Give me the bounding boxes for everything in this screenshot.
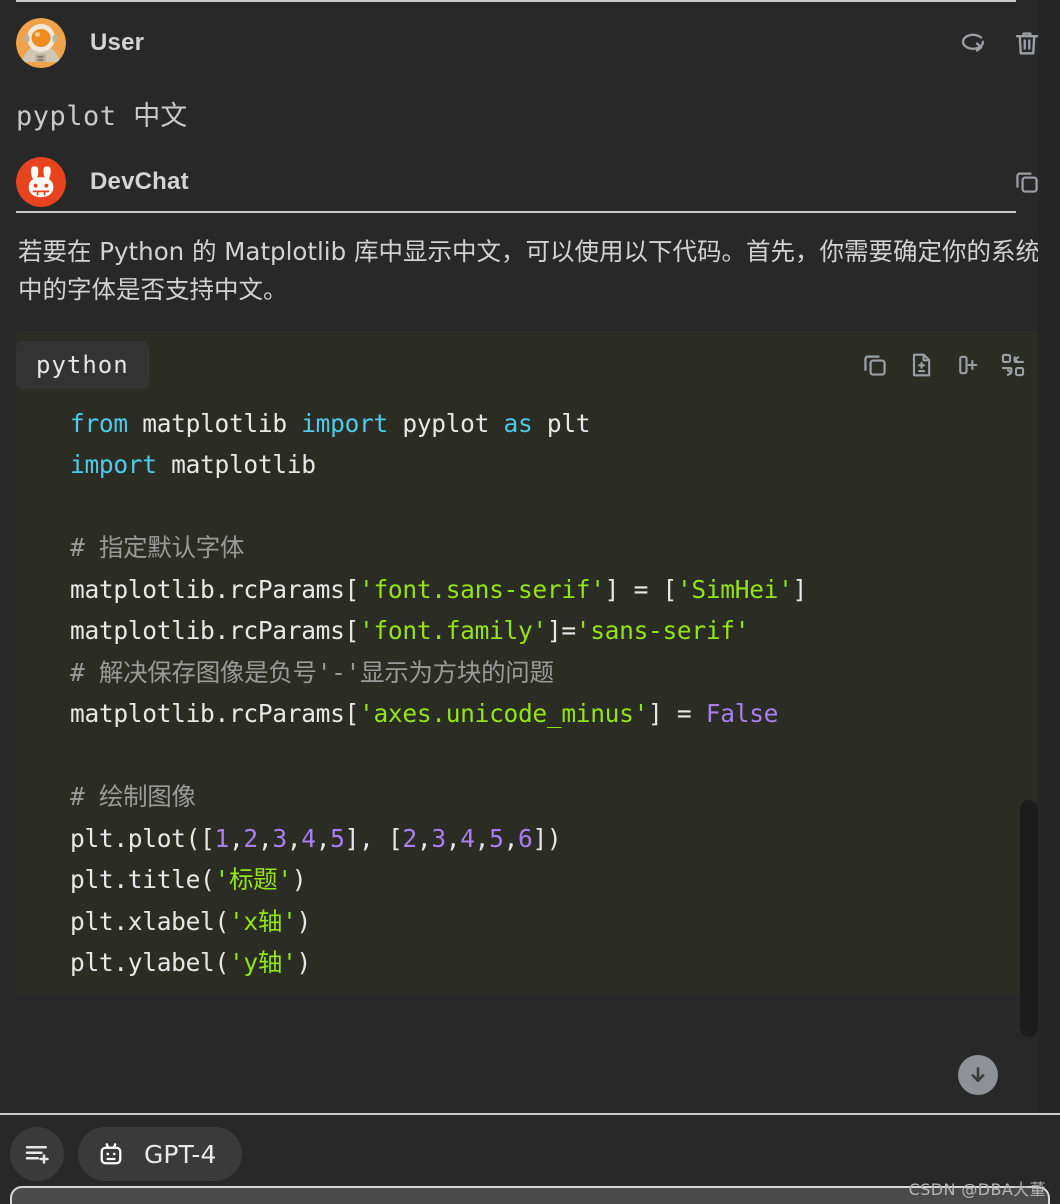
code-token: plt.title(	[70, 865, 215, 895]
copy-icon[interactable]	[860, 350, 890, 380]
code-token: 'font.sans-serif'	[359, 574, 605, 604]
user-message-body: pyplot 中文	[0, 74, 1060, 133]
code-token: 轴	[257, 948, 283, 978]
devchat-bunny-logo	[16, 157, 66, 207]
code-token: 'y	[228, 948, 258, 978]
code-token: ,	[228, 823, 244, 853]
code-token: ,	[445, 823, 461, 853]
code-token: 5	[330, 823, 345, 853]
code-token: '	[277, 865, 292, 895]
code-token: ])	[532, 823, 562, 853]
code-token: plt.ylabel(	[70, 948, 229, 978]
code-token: plt.plot([	[70, 823, 215, 853]
code-language-label: python	[16, 340, 149, 389]
assistant-speaker-name: DevChat	[90, 168, 189, 195]
code-token: False	[705, 699, 779, 729]
user-message-header: User	[0, 12, 1060, 74]
code-token: 标题	[228, 865, 278, 895]
code-token: plt.xlabel(	[70, 906, 229, 936]
code-token: 3	[272, 823, 287, 853]
insert-icon[interactable]	[952, 350, 982, 380]
code-token: #	[70, 533, 99, 563]
code-token: 绘制图像	[98, 782, 196, 812]
code-token: import	[301, 408, 388, 438]
devchat-panel: User pyplot 中文 DevChat 若要在 Python 的 Matp…	[0, 0, 1060, 1204]
scrollbar-thumb[interactable]	[1020, 800, 1038, 1037]
code-token: pyplot	[387, 408, 504, 438]
code-block: python from matplotlib import pyplot as …	[16, 330, 1044, 994]
user-message-cjk-text: 中文	[133, 101, 188, 132]
code-token: '-'	[316, 657, 361, 687]
user-message-code-text: pyplot	[16, 101, 134, 132]
code-token: 3	[431, 823, 446, 853]
code-token: ,	[286, 823, 302, 853]
robot-icon	[96, 1139, 126, 1169]
code-token: ] =	[648, 699, 706, 729]
conversation-scroll-area[interactable]: User pyplot 中文 DevChat 若要在 Python 的 Matp…	[0, 0, 1060, 1113]
code-token: '	[282, 906, 297, 936]
astronaut-avatar	[16, 18, 66, 68]
code-token: 2	[402, 823, 417, 853]
code-token: 4	[301, 823, 316, 853]
assistant-message-header: DevChat	[0, 151, 1060, 213]
code-token: 4	[460, 823, 475, 853]
code-token: 解决保存图像是负号	[98, 657, 317, 687]
code-token: 'axes.unicode_minus'	[359, 699, 649, 729]
code-token: '	[214, 865, 230, 895]
code-token: ]	[792, 574, 808, 604]
divider-top	[16, 0, 1016, 2]
code-token: 显示为方块的问题	[360, 657, 554, 687]
code-token: 5	[489, 823, 504, 853]
code-token: 6	[518, 823, 533, 853]
code-token: '	[282, 948, 297, 978]
watermark: CSDN @DBA大董	[908, 1180, 1046, 1199]
file-diff-icon[interactable]	[906, 350, 936, 380]
bottom-toolbar-row: GPT-4	[0, 1115, 1060, 1181]
code-token: ] = [	[604, 574, 678, 604]
code-token: ,	[503, 823, 519, 853]
bottom-toolbar: GPT-4	[0, 1115, 1060, 1204]
code-token: )	[296, 906, 312, 936]
divider-middle	[16, 211, 1016, 213]
code-token: )	[291, 865, 307, 895]
replace-icon[interactable]	[998, 350, 1028, 380]
code-token: 'font.family'	[359, 616, 547, 646]
regenerate-icon[interactable]	[956, 26, 990, 60]
code-token: matplotlib.rcParams[	[70, 616, 360, 646]
code-token: 指定默认字体	[98, 533, 245, 563]
code-token: matplotlib.rcParams[	[70, 574, 360, 604]
code-token: from	[70, 408, 128, 438]
message-input[interactable]	[10, 1186, 1050, 1204]
code-token: ,	[416, 823, 432, 853]
code-token: as	[503, 408, 533, 438]
model-name-label: GPT-4	[144, 1139, 217, 1169]
code-token: ,	[315, 823, 331, 853]
arrow-down-icon[interactable]	[958, 1055, 998, 1095]
code-token: 轴	[257, 906, 283, 936]
code-token: matplotlib.rcParams[	[70, 699, 360, 729]
code-token: plt	[532, 408, 591, 438]
scrollbar-gutter[interactable]	[1038, 0, 1060, 1113]
code-token: matplotlib	[156, 450, 316, 480]
code-token: 'sans-serif'	[575, 616, 750, 646]
code-token: ,	[474, 823, 490, 853]
code-token: matplotlib	[127, 408, 302, 438]
model-selector[interactable]: GPT-4	[78, 1127, 243, 1181]
code-token: 'SimHei'	[676, 574, 793, 604]
code-token: ]=	[546, 616, 576, 646]
code-token: 2	[243, 823, 258, 853]
assistant-prose: 若要在 Python 的 Matplotlib 库中显示中文，可以使用以下代码。…	[18, 237, 1040, 304]
code-token: 1	[214, 823, 230, 853]
code-token: ], [	[344, 823, 403, 853]
code-content[interactable]: from matplotlib import pyplot as plt imp…	[16, 403, 1044, 984]
code-token: #	[70, 782, 99, 812]
code-token: import	[70, 450, 157, 480]
code-token: )	[296, 948, 312, 978]
code-token: ,	[257, 823, 273, 853]
code-block-toolbar: python	[16, 331, 1044, 389]
code-token: #	[70, 657, 99, 687]
user-speaker-name: User	[90, 29, 145, 56]
add-lines-icon[interactable]	[10, 1127, 64, 1181]
code-token: 'x	[228, 906, 258, 936]
